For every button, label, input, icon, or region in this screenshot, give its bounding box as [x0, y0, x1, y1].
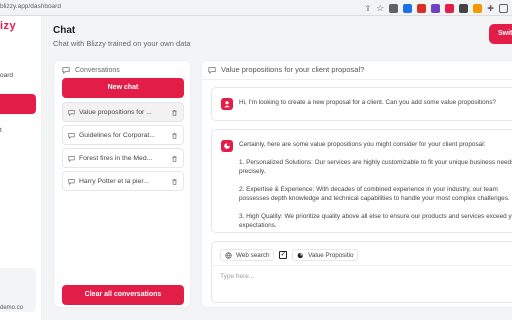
- chat-bubble-icon: [62, 67, 70, 74]
- conversation-label: Value propositions for ...: [79, 108, 152, 116]
- page-title: Chat: [53, 25, 76, 36]
- red-extension-icon[interactable]: [417, 4, 427, 13]
- assistant-avatar: [221, 140, 233, 152]
- conversation-label: Forest fires in the Med...: [79, 154, 153, 162]
- browser-toolbar: blizzy.app/dashboard ⇪ ☆ ✚: [0, 0, 512, 16]
- conversation-label: Harry Potter et la pier...: [79, 177, 149, 185]
- clear-all-button[interactable]: Clear all conversations: [62, 285, 184, 305]
- camera-extension-icon[interactable]: [389, 4, 399, 13]
- assistant-message: Certainly, here are some value propositi…: [211, 129, 512, 233]
- chat-title: Value propositions for your client propo…: [221, 65, 365, 74]
- chat-bubble-icon: [208, 66, 216, 74]
- conversations-header: Conversations: [62, 66, 120, 74]
- sidebar-item-chat[interactable]: t: [0, 127, 2, 134]
- conversations-panel: Conversations New chat Value proposition…: [53, 60, 191, 308]
- web-search-checkbox[interactable]: ✓: [279, 251, 288, 259]
- browser-extension-icons: ⇪ ☆ ✚: [365, 3, 508, 14]
- divider: [202, 79, 512, 80]
- composer-toolbar: Web search ✓ Value Propositio: [220, 249, 359, 261]
- conversation-item[interactable]: Guidelines for Corporat...: [62, 125, 184, 145]
- chat-bubble-icon: [68, 109, 75, 116]
- message-text: Certainly, here are some value propositi…: [239, 141, 512, 229]
- blizzy-logo: izy: [0, 20, 17, 32]
- web-search-label: Web search: [236, 251, 270, 259]
- chat-bubble-icon: [68, 155, 75, 162]
- puzzle-icon[interactable]: ✚: [487, 4, 494, 13]
- address-bar[interactable]: blizzy.app/dashboard: [0, 3, 61, 10]
- message-composer: Web search ✓ Value Propositio: [211, 241, 512, 303]
- pink-extension-icon[interactable]: [445, 4, 455, 13]
- trash-icon[interactable]: [171, 178, 178, 185]
- pie-chart-icon: [298, 252, 304, 258]
- blizzy-extension-icon[interactable]: [403, 4, 413, 13]
- conversation-item[interactable]: Value propositions for ...: [62, 102, 184, 122]
- user-message: Hi, I'm looking to create a new proposal…: [211, 87, 512, 121]
- purple-extension-icon[interactable]: [431, 4, 441, 13]
- divider: [212, 265, 512, 266]
- grid-extension-icon[interactable]: [459, 4, 469, 13]
- sidebar-item-dashboard[interactable]: oard: [0, 72, 13, 79]
- source-selector[interactable]: Value Propositio: [292, 249, 359, 261]
- chat-bubble-icon: [68, 178, 75, 185]
- pie-chart-icon: [224, 143, 230, 149]
- message-text: Hi, I'm looking to create a new proposal…: [239, 99, 496, 106]
- page-subtitle: Chat with Blizzy trained on your own dat…: [53, 39, 191, 48]
- new-chat-button[interactable]: New chat: [62, 78, 184, 98]
- globe-icon: [225, 251, 232, 259]
- conversation-item[interactable]: Forest fires in the Med...: [62, 148, 184, 168]
- orange-extension-icon[interactable]: [473, 4, 483, 13]
- chat-header: Value propositions for your client propo…: [208, 65, 364, 74]
- conversations-title: Conversations: [75, 66, 120, 74]
- sidepanel-icon[interactable]: [499, 4, 508, 13]
- conversation-label: Guidelines for Corporat...: [79, 131, 155, 139]
- conversation-item[interactable]: Harry Potter et la pier...: [62, 171, 184, 191]
- trash-icon[interactable]: [171, 155, 178, 162]
- trash-icon[interactable]: [171, 109, 178, 116]
- star-icon[interactable]: ☆: [376, 3, 384, 14]
- share-icon[interactable]: ⇪: [365, 4, 372, 13]
- sidebar-item-active[interactable]: [0, 94, 36, 114]
- user-icon: [224, 101, 230, 108]
- source-label: Value Propositio: [308, 251, 354, 259]
- account-email: demo.co: [0, 305, 24, 311]
- web-search-toggle[interactable]: Web search: [220, 249, 275, 261]
- chat-bubble-icon: [68, 132, 75, 139]
- chat-panel: Value propositions for your client propo…: [201, 60, 512, 308]
- trash-icon[interactable]: [171, 132, 178, 139]
- chat-input[interactable]: [220, 269, 510, 283]
- user-avatar: [221, 98, 233, 110]
- sidebar: izy oard t demo.co: [0, 16, 42, 320]
- switch-button[interactable]: Swit: [489, 24, 512, 44]
